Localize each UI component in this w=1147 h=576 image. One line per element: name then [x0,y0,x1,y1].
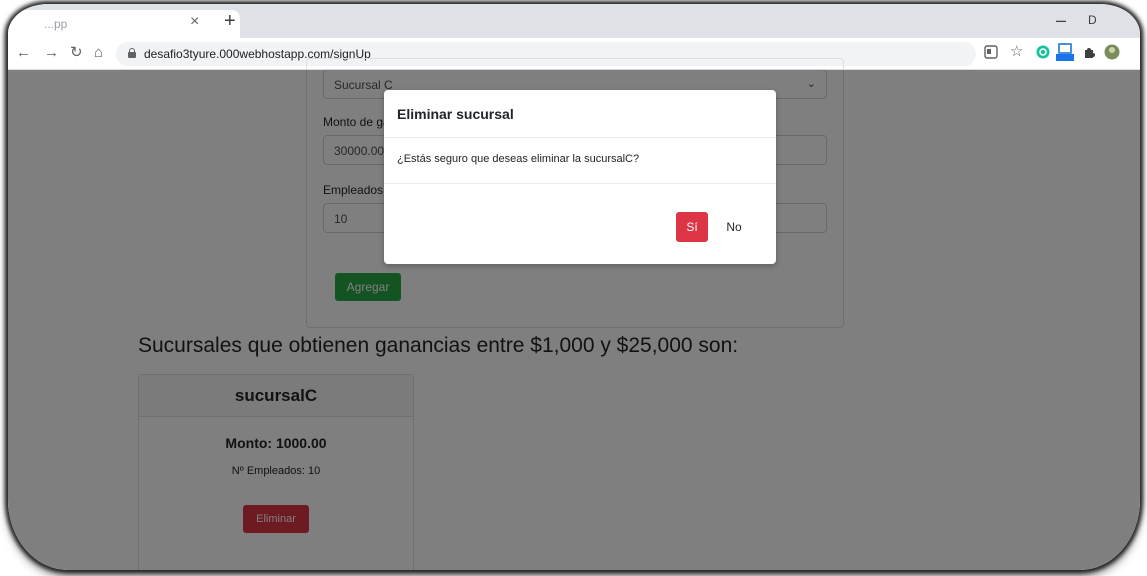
lock-icon[interactable] [128,48,136,58]
modal-title: Eliminar sucursal [397,106,514,122]
extensions-puzzle-icon[interactable] [1082,45,1096,59]
confirm-no-button[interactable]: No [720,212,748,242]
modal-body: ¿Estás seguro que deseas eliminar la suc… [384,138,776,184]
modal-header: Eliminar sucursal [384,90,776,138]
new-tab-icon[interactable]: + [224,11,236,31]
bookmark-star-icon[interactable]: ☆ [1010,43,1023,61]
profile-avatar-icon[interactable] [1104,44,1120,60]
home-icon[interactable]: ⌂ [94,44,103,62]
delete-confirm-modal: Eliminar sucursal ¿Estás seguro que dese… [384,90,776,264]
confirm-yes-button[interactable]: Sí [676,212,708,242]
modal-message: ¿Estás seguro que deseas eliminar la suc… [397,153,640,165]
extension-new-icon[interactable] [1056,42,1074,62]
tab-close-icon[interactable]: × [190,13,199,31]
window-maximize-icon[interactable]: D [1088,13,1097,27]
window-minimize-icon[interactable]: – [1056,10,1066,31]
forward-arrow-icon[interactable]: → [44,44,59,62]
back-arrow-icon[interactable]: ← [16,44,31,62]
translate-icon[interactable] [984,45,998,59]
tab-strip: ...pp × + – D [8,4,1140,38]
grammarly-icon[interactable] [1036,45,1050,59]
reload-icon[interactable]: ↻ [70,44,83,62]
tab-title: ...pp [44,17,68,31]
browser-window: ...pp × + – D ← → ↻ ⌂ desafio3tyure.000w… [8,4,1140,570]
browser-tab[interactable]: ...pp × [8,10,240,38]
